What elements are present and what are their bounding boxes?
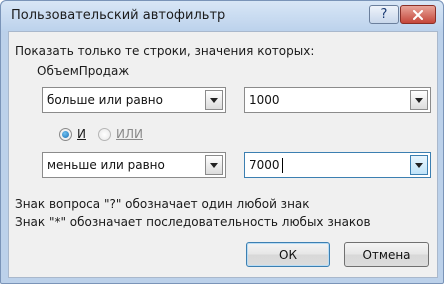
chevron-down-icon	[210, 162, 218, 168]
value2-dropdown-arrow[interactable]	[410, 155, 428, 175]
value2-text: 7000	[249, 158, 280, 172]
ok-button[interactable]: ОК	[246, 242, 330, 267]
cancel-button[interactable]: Отмена	[344, 242, 429, 267]
or-radio-label[interactable]: ИЛИ	[116, 127, 143, 141]
chevron-down-icon	[210, 97, 218, 103]
close-icon	[413, 9, 423, 20]
dialog-body: Показать только те строки, значения кото…	[8, 31, 438, 278]
close-button[interactable]	[400, 5, 436, 24]
help-icon: ?	[380, 7, 388, 22]
value1-combobox[interactable]: 1000	[244, 87, 431, 113]
operator1-dropdown[interactable]: больше или равно	[42, 87, 226, 113]
and-radio-label[interactable]: И	[77, 127, 86, 141]
custom-autofilter-dialog: Пользовательский автофильтр ? Показать т…	[0, 0, 444, 284]
wildcard-asterisk-hint: Знак "*" обозначает последовательность л…	[15, 215, 371, 229]
value1-text: 1000	[249, 93, 280, 107]
title-bar[interactable]: Пользовательский автофильтр ?	[1, 1, 443, 31]
prompt-label: Показать только те строки, значения кото…	[15, 44, 315, 58]
help-button[interactable]: ?	[369, 5, 399, 24]
operator1-dropdown-arrow[interactable]	[205, 90, 223, 110]
text-caret	[282, 158, 283, 173]
chevron-down-icon	[415, 162, 423, 168]
wildcard-question-hint: Знак вопроса "?" обозначает один любой з…	[15, 197, 310, 211]
operator2-dropdown[interactable]: меньше или равно	[42, 152, 226, 178]
field-name-label: ОбъемПродаж	[37, 64, 130, 78]
window-title: Пользовательский автофильтр	[11, 8, 226, 23]
value2-combobox[interactable]: 7000	[244, 152, 431, 178]
and-radio[interactable]	[59, 128, 72, 141]
or-radio[interactable]	[98, 128, 111, 141]
operator2-dropdown-arrow[interactable]	[205, 155, 223, 175]
operator1-value: больше или равно	[47, 93, 163, 107]
chevron-down-icon	[415, 97, 423, 103]
value1-dropdown-arrow[interactable]	[410, 90, 428, 110]
operator2-value: меньше или равно	[47, 158, 165, 172]
